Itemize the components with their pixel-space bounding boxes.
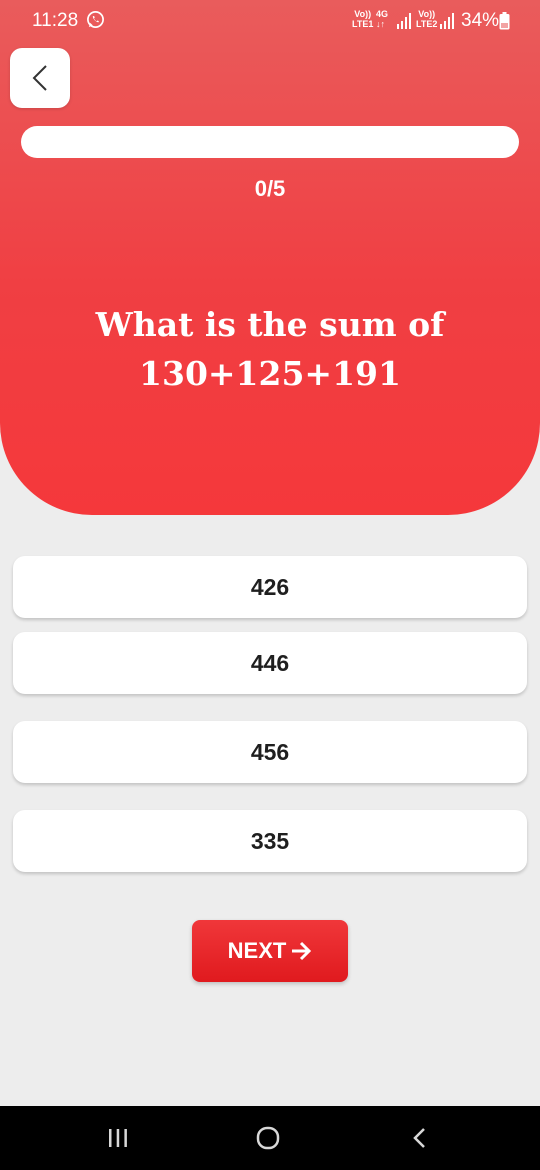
battery-icon [499, 12, 510, 30]
back-button[interactable] [10, 48, 70, 108]
next-label: NEXT [227, 938, 287, 963]
whatsapp-icon [87, 11, 104, 28]
chevron-left-icon [32, 65, 47, 91]
answer-option-2[interactable]: 446 [13, 632, 527, 694]
answer-option-4[interactable]: 335 [13, 810, 527, 872]
signal-icon [397, 13, 411, 29]
network-type: 4G ↓↑ [376, 9, 389, 29]
battery-percent: 34% [461, 10, 500, 31]
question-text: What is the sum of 130+125+191 [40, 300, 500, 398]
answer-option-3[interactable]: 456 [13, 721, 527, 783]
question-line-1: What is the sum of [95, 305, 445, 344]
signal-icon [440, 13, 454, 29]
back-icon[interactable] [405, 1124, 435, 1152]
status-bar: 11:28 Vo)) LTE1 4G ↓↑ Vo)) LTE2 34% [0, 0, 540, 42]
sim2-indicator: Vo)) LTE2 [416, 9, 438, 29]
status-time: 11:28 [32, 10, 79, 31]
home-icon[interactable] [253, 1124, 283, 1152]
progress-bar [21, 126, 519, 158]
arrow-right-icon [292, 941, 312, 961]
progress-label: 0/5 [254, 176, 286, 201]
recents-icon[interactable] [103, 1124, 133, 1152]
system-nav-bar [0, 1106, 540, 1170]
next-button[interactable]: NEXT [192, 920, 348, 982]
answer-option-1[interactable]: 426 [13, 556, 527, 618]
quiz-header: 11:28 Vo)) LTE1 4G ↓↑ Vo)) LTE2 34% 0/5 … [0, 0, 540, 515]
question-line-2: 130+125+191 [139, 354, 401, 393]
sim1-indicator: Vo)) LTE1 [352, 9, 374, 29]
